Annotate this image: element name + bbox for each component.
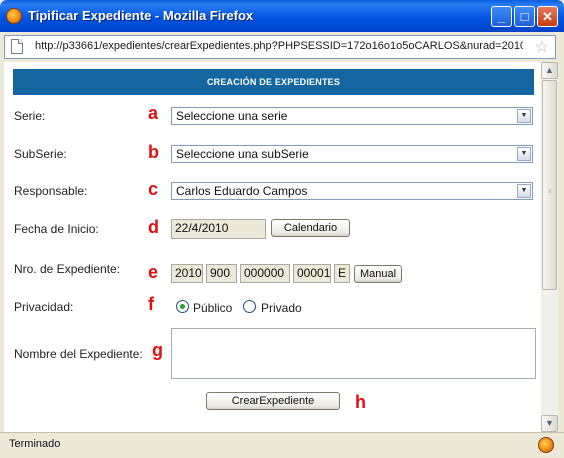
nombre-expediente-textarea[interactable] xyxy=(171,328,536,379)
scroll-down-button[interactable]: ▼ xyxy=(541,415,558,432)
crear-expediente-button[interactable]: CrearExpediente xyxy=(206,392,340,410)
minimize-button[interactable]: _ xyxy=(491,6,512,27)
scroll-grip-icon: ≡ xyxy=(548,189,552,195)
address-bar: http://p33661/expedientes/crearExpedient… xyxy=(0,32,564,62)
marker-a: a xyxy=(148,103,159,123)
firefox-icon xyxy=(6,8,22,24)
marker-c: c xyxy=(148,179,159,199)
marker-b: b xyxy=(148,142,159,162)
url-field[interactable]: http://p33661/expedientes/crearExpedient… xyxy=(4,35,556,59)
serie-select-value: Seleccione una serie xyxy=(176,109,288,123)
nro-dependencia-field[interactable]: 900 xyxy=(206,264,237,283)
marker-h: h xyxy=(355,392,366,412)
scroll-up-button[interactable]: ▲ xyxy=(541,62,558,79)
chevron-down-icon[interactable]: ▼ xyxy=(517,147,531,161)
nro-consecutivo-field[interactable]: 00001 xyxy=(293,264,331,283)
responsable-select[interactable]: Carlos Eduardo Campos ▼ xyxy=(171,182,533,200)
chevron-down-icon[interactable]: ▼ xyxy=(517,184,531,198)
window-title: Tipificar Expediente - Mozilla Firefox xyxy=(28,8,254,23)
calendario-button[interactable]: Calendario xyxy=(271,219,350,237)
maximize-button[interactable]: □ xyxy=(514,6,535,27)
manual-button[interactable]: Manual xyxy=(354,265,402,283)
fecha-inicio-field[interactable]: 22/4/2010 xyxy=(171,219,266,239)
radio-publico[interactable] xyxy=(176,300,189,313)
subserie-label: SubSerie: xyxy=(14,147,67,161)
bookmark-star-icon[interactable]: ☆ xyxy=(535,37,549,57)
nro-anio-field[interactable]: 2010 xyxy=(171,264,203,283)
fecha-label: Fecha de Inicio: xyxy=(14,222,99,236)
firefox-status-icon xyxy=(538,437,554,453)
privacidad-label: Privacidad: xyxy=(14,300,74,314)
radio-privado-label[interactable]: Privado xyxy=(261,301,302,315)
marker-g: g xyxy=(152,340,163,360)
close-button[interactable]: ✕ xyxy=(537,6,558,27)
responsable-select-value: Carlos Eduardo Campos xyxy=(176,184,308,198)
marker-e: e xyxy=(148,262,159,282)
radio-publico-label[interactable]: Público xyxy=(193,301,232,315)
url-text: http://p33661/expedientes/crearExpedient… xyxy=(35,40,523,52)
page-content: CREACIÓN DE EXPEDIENTES Serie: a Selecci… xyxy=(4,62,541,432)
status-text: Terminado xyxy=(9,438,61,450)
vertical-scrollbar[interactable]: ▲ ≡ ▼ xyxy=(541,62,558,432)
serie-select[interactable]: Seleccione una serie ▼ xyxy=(171,107,533,125)
nro-tipo-field[interactable]: E xyxy=(334,264,350,283)
serie-label: Serie: xyxy=(14,109,46,123)
chevron-down-icon[interactable]: ▼ xyxy=(517,109,531,123)
marker-f: f xyxy=(148,294,154,314)
nro-serie-field[interactable]: 000000 xyxy=(240,264,290,283)
subserie-select-value: Seleccione una subSerie xyxy=(176,147,309,161)
nombre-expediente-label: Nombre del Expediente: xyxy=(14,347,143,361)
subserie-select[interactable]: Seleccione una subSerie ▼ xyxy=(171,145,533,163)
status-bar: Terminado xyxy=(0,432,564,458)
nro-expediente-label: Nro. de Expediente: xyxy=(14,262,121,276)
page-icon xyxy=(11,39,23,54)
marker-d: d xyxy=(148,217,159,237)
form-header: CREACIÓN DE EXPEDIENTES xyxy=(13,69,534,95)
radio-privado[interactable] xyxy=(243,300,256,313)
responsable-label: Responsable: xyxy=(14,184,88,198)
scroll-thumb[interactable]: ≡ xyxy=(542,80,557,290)
window-titlebar: Tipificar Expediente - Mozilla Firefox _… xyxy=(0,0,564,32)
